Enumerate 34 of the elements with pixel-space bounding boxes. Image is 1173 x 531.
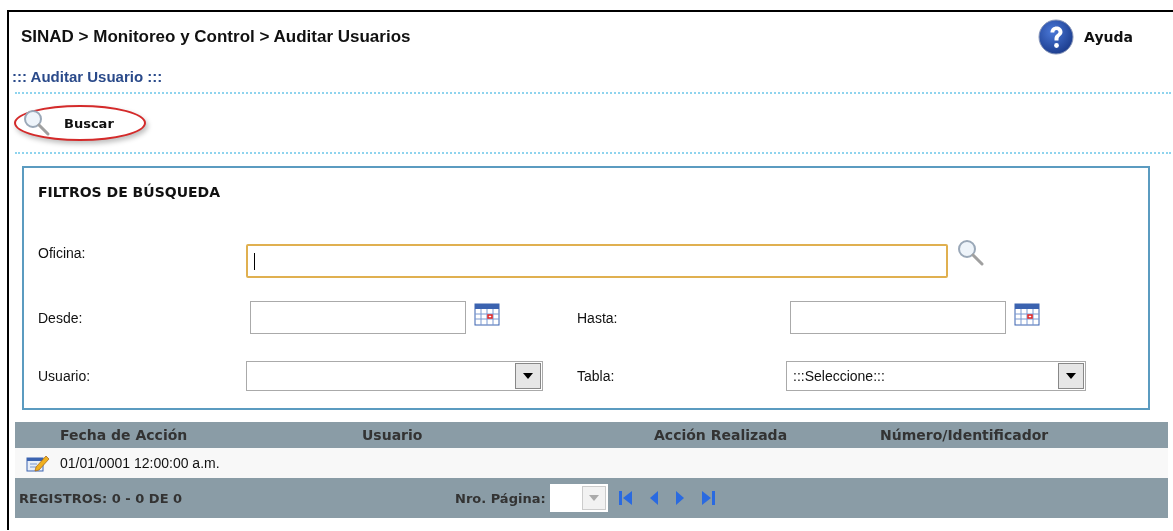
field-label: Oficina: [38,244,87,261]
column-header: Número/Identificador [880,427,1050,443]
field-label: Usuario: [38,367,92,384]
caret-icon [1066,372,1076,379]
table-cell: 01/01/0001 12:00:00 a.m. [60,455,220,471]
record-count: REGISTROS: 0 - 0 DE 0 [19,490,184,506]
date-field[interactable] [250,301,466,334]
column-header: Usuario [362,427,424,443]
input-field[interactable] [246,244,948,278]
calendar-icon[interactable] [474,301,500,326]
page-label: Nro. Página: [455,490,546,506]
calendar-icon[interactable] [1014,301,1040,326]
help-link[interactable]: Ayuda [1038,19,1133,55]
dropdown[interactable]: :::Seleccione::: [786,360,1086,391]
next-page-icon[interactable] [673,489,686,507]
caret-icon [523,372,533,379]
panel-title: FILTROS DE BÚSQUEDA [38,184,222,202]
breadcrumb: SINAD > Monitoreo y Control > Auditar Usuarios [21,27,411,47]
first-page-icon[interactable] [617,489,634,507]
date-field[interactable] [790,301,1006,334]
last-page-icon[interactable] [699,489,716,507]
section-title: ::: Auditar Usuario ::: [11,67,164,87]
search-icon[interactable] [956,238,986,268]
dropdown[interactable] [246,360,543,391]
field-label: Hasta: [577,309,619,326]
search-icon [22,108,52,138]
caret-icon [588,495,599,501]
search-button[interactable]: Buscar [14,105,146,141]
field-label: Desde: [38,309,84,326]
field-label: Tabla: [577,367,616,384]
column-header: Acción Realizada [654,427,789,443]
help-icon [1038,19,1075,55]
edit-icon[interactable] [25,453,50,473]
column-header: Fecha de Acción [60,427,189,443]
